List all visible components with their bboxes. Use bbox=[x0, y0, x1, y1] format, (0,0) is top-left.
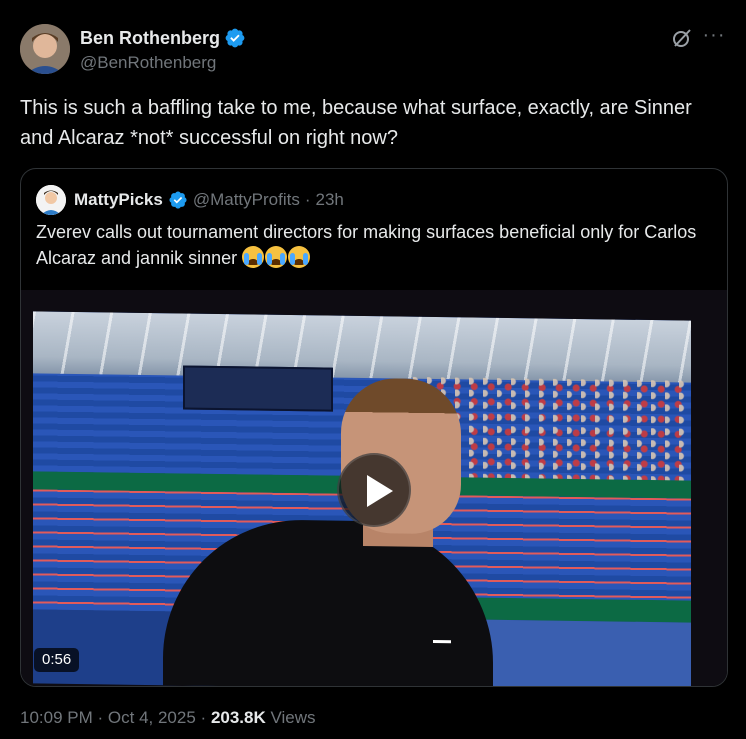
grok-icon[interactable] bbox=[670, 26, 694, 50]
quoted-handle[interactable]: @MattyProfits bbox=[193, 190, 300, 210]
tweet-meta: 10:09 PM · Oct 4, 2025 · 203.8K Views bbox=[20, 708, 316, 728]
tweet-time[interactable]: 10:09 PM bbox=[20, 708, 93, 727]
crying-face-emoji bbox=[265, 246, 288, 268]
quoted-tweet[interactable]: MattyPicks @MattyProfits · 23h Zverev ca… bbox=[20, 168, 728, 687]
views-label: Views bbox=[270, 708, 316, 727]
views-count[interactable]: 203.8K bbox=[211, 708, 266, 727]
tweet-header: Ben Rothenberg @BenRothenberg ··· bbox=[20, 24, 728, 76]
quoted-age[interactable]: 23h bbox=[316, 190, 344, 210]
author-name-row: Ben Rothenberg bbox=[80, 27, 246, 49]
shirt-logo bbox=[433, 626, 451, 644]
more-icon[interactable]: ··· bbox=[702, 25, 726, 50]
quoted-verified-badge-icon bbox=[168, 190, 188, 210]
video-duration: 0:56 bbox=[34, 648, 80, 672]
crying-face-emoji bbox=[288, 246, 311, 268]
quoted-separator: · bbox=[304, 190, 311, 209]
play-icon[interactable] bbox=[337, 453, 411, 527]
tweet-date[interactable]: Oct 4, 2025 bbox=[108, 708, 196, 727]
tweet-text: This is such a baffling take to me, beca… bbox=[20, 97, 692, 149]
author-display-name[interactable]: Ben Rothenberg bbox=[80, 28, 220, 49]
quoted-text: Zverev calls out tournament directors fo… bbox=[36, 219, 716, 271]
avatar[interactable] bbox=[20, 24, 70, 74]
meta-separator: · bbox=[97, 708, 104, 727]
scoreboard bbox=[183, 365, 333, 412]
crying-face-emoji bbox=[242, 246, 265, 268]
quoted-display-name[interactable]: MattyPicks bbox=[74, 190, 163, 210]
meta-separator: · bbox=[200, 708, 207, 727]
avatar-image bbox=[20, 24, 70, 74]
author-handle[interactable]: @BenRothenberg bbox=[80, 53, 216, 73]
quoted-header: MattyPicks @MattyProfits · 23h bbox=[36, 185, 344, 215]
video-player[interactable]: 0:56 bbox=[21, 290, 727, 686]
tweet: Ben Rothenberg @BenRothenberg ··· This i… bbox=[0, 0, 746, 739]
quoted-text-body: Zverev calls out tournament directors fo… bbox=[36, 222, 697, 268]
verified-badge-icon[interactable] bbox=[224, 27, 246, 49]
quoted-avatar[interactable] bbox=[36, 185, 66, 215]
